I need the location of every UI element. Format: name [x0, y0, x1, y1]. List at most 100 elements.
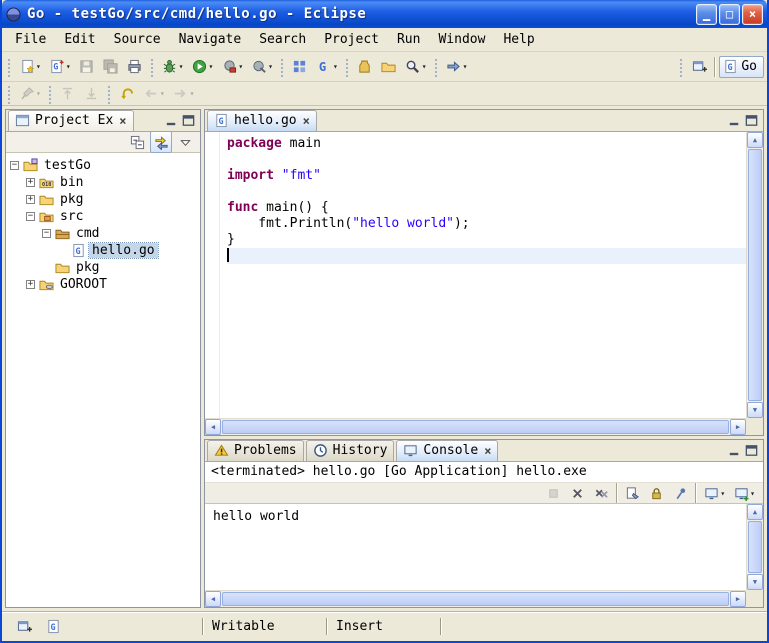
scroll-up-icon[interactable]: ▲ — [747, 132, 763, 148]
new-go-project-button[interactable] — [289, 56, 311, 78]
menu-project[interactable]: Project — [315, 30, 388, 49]
tree-item-bin[interactable]: +010bin — [6, 174, 200, 191]
go-menu-button[interactable]: G▾ — [313, 56, 341, 78]
scrollbar-thumb[interactable] — [222, 592, 729, 606]
dropdown-arrow-icon[interactable]: ▾ — [190, 89, 195, 98]
menu-edit[interactable]: Edit — [55, 30, 104, 49]
menu-source[interactable]: Source — [105, 30, 170, 49]
dropdown-arrow-icon[interactable]: ▾ — [160, 89, 165, 98]
fast-view-button[interactable] — [13, 616, 35, 638]
link-with-editor-button[interactable] — [150, 131, 172, 153]
scroll-down-icon[interactable]: ▼ — [747, 402, 763, 418]
maximize-view-button[interactable] — [181, 113, 196, 128]
toolbar-grip[interactable] — [679, 57, 684, 77]
back-button[interactable]: ▾ — [140, 83, 168, 105]
minimize-view-button[interactable] — [727, 113, 742, 128]
collapse-handle[interactable]: − — [26, 212, 35, 221]
pin-editor-button[interactable]: ▾ — [16, 83, 44, 105]
tree-item-goroot[interactable]: +GOROOT — [6, 276, 200, 293]
code-line[interactable]: package main — [227, 136, 746, 152]
code-line[interactable] — [227, 152, 746, 168]
annotation-ruler[interactable] — [205, 132, 220, 418]
scroll-lock-button[interactable] — [645, 482, 667, 504]
open-resource-button[interactable] — [378, 56, 400, 78]
project-tree[interactable]: −testGo+010bin+pkg−src−cmdGhello.gopkg+G… — [6, 153, 200, 607]
close-window-button[interactable]: × — [742, 4, 763, 25]
new-button[interactable]: ▾ — [16, 56, 44, 78]
tree-item-cmd[interactable]: −cmd — [6, 225, 200, 242]
expand-handle[interactable]: + — [26, 178, 35, 187]
dropdown-arrow-icon[interactable]: ▾ — [238, 62, 243, 71]
dropdown-arrow-icon[interactable]: ▾ — [66, 62, 71, 71]
console-output[interactable]: hello world ▲ ▼ ◀ ▶ — [205, 504, 763, 607]
maximize-view-button[interactable] — [744, 443, 759, 458]
search-button[interactable]: ▾ — [402, 56, 430, 78]
scrollbar-thumb[interactable] — [222, 420, 729, 434]
tab-problems[interactable]: Problems — [207, 440, 304, 461]
last-edit-location-button[interactable] — [116, 83, 138, 105]
open-archive-button[interactable] — [354, 56, 376, 78]
console-horizontal-scrollbar[interactable]: ◀ ▶ — [205, 590, 746, 607]
clear-console-button[interactable] — [621, 482, 643, 504]
expand-handle[interactable]: + — [26, 280, 35, 289]
scrollbar-thumb[interactable] — [748, 521, 762, 573]
debug-button[interactable]: ▾ — [159, 56, 187, 78]
tree-item-src[interactable]: −src — [6, 208, 200, 225]
maximize-view-button[interactable] — [744, 113, 759, 128]
code-line[interactable]: } — [227, 232, 746, 248]
scroll-right-icon[interactable]: ▶ — [730, 419, 746, 435]
titlebar[interactable]: Go - testGo/src/cmd/hello.go - Eclipse ▁… — [2, 0, 767, 28]
open-perspective-button[interactable] — [688, 56, 710, 78]
dropdown-arrow-icon[interactable]: ▾ — [179, 62, 184, 71]
code-line[interactable] — [227, 184, 746, 200]
tab-hello-go[interactable]: G hello.go × — [207, 110, 317, 131]
scroll-down-icon[interactable]: ▼ — [747, 574, 763, 590]
editor-horizontal-scrollbar[interactable]: ◀ ▶ — [205, 418, 746, 435]
go-status-button[interactable]: G — [42, 616, 64, 638]
dropdown-arrow-icon[interactable]: ▾ — [422, 62, 427, 71]
close-icon[interactable]: × — [119, 114, 126, 128]
remove-all-launches-button[interactable] — [590, 482, 612, 504]
tab-history[interactable]: History — [306, 440, 395, 461]
menu-file[interactable]: File — [6, 30, 55, 49]
menu-run[interactable]: Run — [388, 30, 429, 49]
scroll-right-icon[interactable]: ▶ — [730, 591, 746, 607]
forward-button[interactable]: ▾ — [170, 83, 198, 105]
dropdown-arrow-icon[interactable]: ▾ — [36, 89, 41, 98]
code-editor[interactable]: package mainimport "fmt"func main() { fm… — [220, 132, 746, 418]
scroll-left-icon[interactable]: ◀ — [205, 419, 221, 435]
menu-navigate[interactable]: Navigate — [170, 30, 251, 49]
go-perspective-button[interactable]: G Go — [719, 56, 764, 78]
view-menu-button[interactable] — [174, 131, 196, 153]
editor-vertical-scrollbar[interactable]: ▲ ▼ — [746, 132, 763, 418]
code-line[interactable] — [227, 248, 746, 264]
collapse-handle[interactable]: − — [42, 229, 51, 238]
remove-launch-button[interactable] — [566, 482, 588, 504]
dropdown-arrow-icon[interactable]: ▾ — [333, 62, 338, 71]
collapse-handle[interactable]: − — [10, 161, 19, 170]
menu-help[interactable]: Help — [494, 30, 543, 49]
menu-window[interactable]: Window — [429, 30, 494, 49]
new-go-element-button[interactable]: G▾ — [46, 56, 74, 78]
previous-annotation-button[interactable] — [81, 83, 103, 105]
tab-project-explorer[interactable]: Project Ex × — [8, 110, 134, 131]
code-line[interactable]: fmt.Println("hello world"); — [227, 216, 746, 232]
dropdown-arrow-icon[interactable]: ▾ — [36, 62, 41, 71]
tree-item-hello-go[interactable]: Ghello.go — [6, 242, 200, 259]
expand-handle[interactable]: + — [26, 195, 35, 204]
close-icon[interactable]: × — [484, 444, 491, 458]
open-console-button[interactable]: ▾ — [730, 482, 758, 504]
collapse-all-button[interactable] — [126, 131, 148, 153]
minimize-window-button[interactable]: ▁ — [696, 4, 717, 25]
code-line[interactable]: func main() { — [227, 200, 746, 216]
scroll-left-icon[interactable]: ◀ — [205, 591, 221, 607]
terminate-button[interactable] — [542, 482, 564, 504]
pin-console-button[interactable] — [669, 482, 691, 504]
maximize-window-button[interactable]: □ — [719, 4, 740, 25]
tree-item-testgo[interactable]: −testGo — [6, 157, 200, 174]
tree-item-pkg[interactable]: pkg — [6, 259, 200, 276]
save-button[interactable] — [76, 56, 98, 78]
scrollbar-thumb[interactable] — [748, 149, 762, 401]
dropdown-arrow-icon[interactable]: ▾ — [720, 489, 725, 498]
menu-search[interactable]: Search — [250, 30, 315, 49]
